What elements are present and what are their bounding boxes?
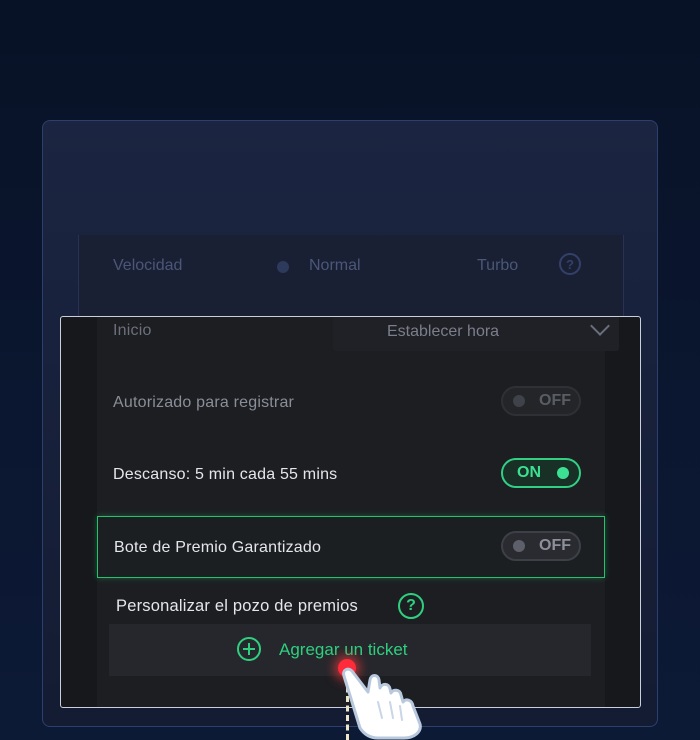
speed-normal-label: Normal (309, 257, 361, 274)
customize-label: Personalizar el pozo de premios (116, 597, 358, 615)
break-toggle-label: ON (517, 464, 541, 481)
break-toggle[interactable]: ON (501, 458, 581, 488)
start-time-select[interactable]: Establecer hora (333, 317, 619, 351)
speed-normal-radio[interactable] (277, 261, 289, 273)
start-time-value: Establecer hora (387, 323, 500, 340)
speed-label: Velocidad (113, 257, 183, 274)
toggle-knob (513, 540, 525, 552)
authorized-label: Autorizado para registrar (113, 394, 295, 411)
help-icon[interactable]: ? (398, 593, 424, 619)
start-label: Inicio (113, 322, 152, 339)
plus-circle-icon (237, 637, 261, 661)
add-ticket-label: Agregar un ticket (279, 640, 408, 659)
chevron-down-icon (590, 317, 610, 336)
break-label: Descanso: 5 min cada 55 mins (113, 466, 338, 483)
guaranteed-toggle-label: OFF (539, 537, 571, 554)
speed-turbo-label: Turbo (477, 257, 519, 274)
toggle-knob (513, 395, 525, 407)
highlight-frame: Inicio Establecer hora Autorizado para r… (60, 316, 641, 708)
toggle-knob (557, 467, 569, 479)
hand-pointer-icon (342, 667, 422, 740)
guaranteed-label: Bote de Premio Garantizado (114, 539, 322, 556)
guaranteed-toggle[interactable]: OFF (501, 531, 581, 561)
guaranteed-pot-row: Bote de Premio Garantizado OFF (97, 516, 605, 578)
authorized-toggle[interactable]: OFF (501, 386, 581, 416)
speed-help-icon[interactable]: ? (559, 253, 581, 275)
authorized-toggle-label: OFF (539, 392, 571, 409)
